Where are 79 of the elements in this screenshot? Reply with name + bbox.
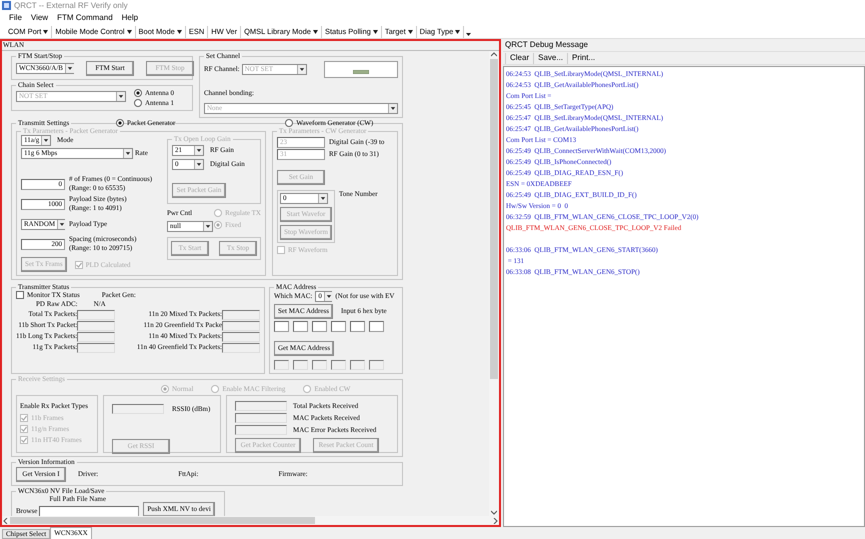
readout-field	[77, 320, 116, 330]
scroll-thumb[interactable]	[490, 59, 498, 379]
caret-icon	[123, 149, 132, 158]
readout-field	[77, 310, 116, 320]
caret-icon	[388, 104, 397, 113]
readout-field	[331, 360, 346, 370]
caret-icon	[372, 30, 378, 34]
caret-icon	[116, 92, 125, 101]
toolbar-button[interactable]: Save...	[533, 52, 568, 64]
readout-field	[77, 342, 116, 352]
readout-field	[235, 413, 287, 423]
input-field[interactable]	[39, 506, 140, 516]
app-icon	[2, 1, 11, 10]
radio-button[interactable]	[214, 221, 222, 229]
readout-field	[77, 332, 116, 342]
readout-field	[222, 310, 260, 320]
readout-field	[274, 360, 289, 370]
readout-field	[293, 360, 308, 370]
caret-icon	[194, 146, 203, 155]
window-title: QRCT -- External RF Verify only	[14, 0, 128, 12]
readout-field	[222, 332, 260, 342]
scroll-thumb[interactable]	[10, 517, 315, 524]
checkbox[interactable]	[20, 436, 28, 444]
readout-field	[222, 320, 260, 330]
readout-field	[350, 360, 365, 370]
caret-icon	[41, 136, 50, 145]
readout-field	[312, 360, 327, 370]
input-field[interactable]	[312, 321, 327, 332]
readout-field	[369, 360, 384, 370]
caret-icon	[194, 160, 203, 169]
radio-button[interactable]	[285, 119, 294, 127]
scroll-left-icon[interactable]	[2, 518, 10, 524]
checkbox[interactable]	[20, 414, 28, 422]
caret-icon	[203, 222, 212, 231]
radio-button[interactable]	[116, 119, 124, 127]
overflow-icon[interactable]	[466, 30, 472, 36]
input-field[interactable]	[369, 321, 384, 332]
caret-icon	[324, 292, 333, 301]
caret-icon	[408, 30, 413, 34]
scroll-down-icon[interactable]	[491, 508, 497, 516]
progress-bar-icon	[352, 70, 369, 74]
vertical-scrollbar[interactable]	[489, 51, 499, 516]
radio-button[interactable]	[134, 89, 142, 97]
horizontal-scrollbar[interactable]	[2, 516, 499, 525]
menu-item[interactable]: Help	[122, 12, 138, 24]
caret-icon	[312, 30, 318, 34]
checkbox[interactable]	[20, 425, 28, 433]
readout-field	[235, 425, 287, 435]
panel-title: QRCT Debug Message	[505, 39, 588, 51]
menu-item[interactable]: View	[30, 12, 48, 24]
radio-button[interactable]	[134, 99, 142, 107]
scroll-up-icon[interactable]	[491, 51, 497, 59]
readout-field	[235, 401, 287, 411]
radio-button[interactable]	[211, 385, 220, 393]
checkbox[interactable]	[16, 291, 24, 299]
checkbox[interactable]	[74, 260, 83, 268]
radio-button[interactable]	[161, 385, 169, 393]
radio-button[interactable]	[214, 209, 222, 217]
menu-item[interactable]: File	[9, 12, 22, 24]
toolbar-button[interactable]: Print...	[567, 52, 600, 64]
caret-icon	[318, 194, 327, 203]
caret-icon	[57, 220, 66, 228]
scroll-right-icon[interactable]	[491, 518, 499, 524]
input-field[interactable]	[274, 321, 289, 332]
caret-icon	[43, 30, 48, 34]
checkbox[interactable]	[277, 246, 285, 254]
readout-field	[222, 342, 260, 352]
input-field[interactable]	[331, 321, 346, 332]
input-field[interactable]	[293, 321, 308, 332]
radio-button[interactable]	[303, 385, 312, 393]
caret-icon	[64, 64, 74, 72]
readout-field	[112, 404, 164, 414]
toolbar-button[interactable]: Clear	[505, 52, 534, 64]
menu-item[interactable]: FTM Command	[57, 12, 113, 24]
caret-icon	[455, 30, 460, 34]
caret-icon	[176, 30, 182, 34]
input-field[interactable]	[350, 321, 365, 332]
caret-icon	[296, 65, 306, 74]
caret-icon	[126, 30, 132, 34]
